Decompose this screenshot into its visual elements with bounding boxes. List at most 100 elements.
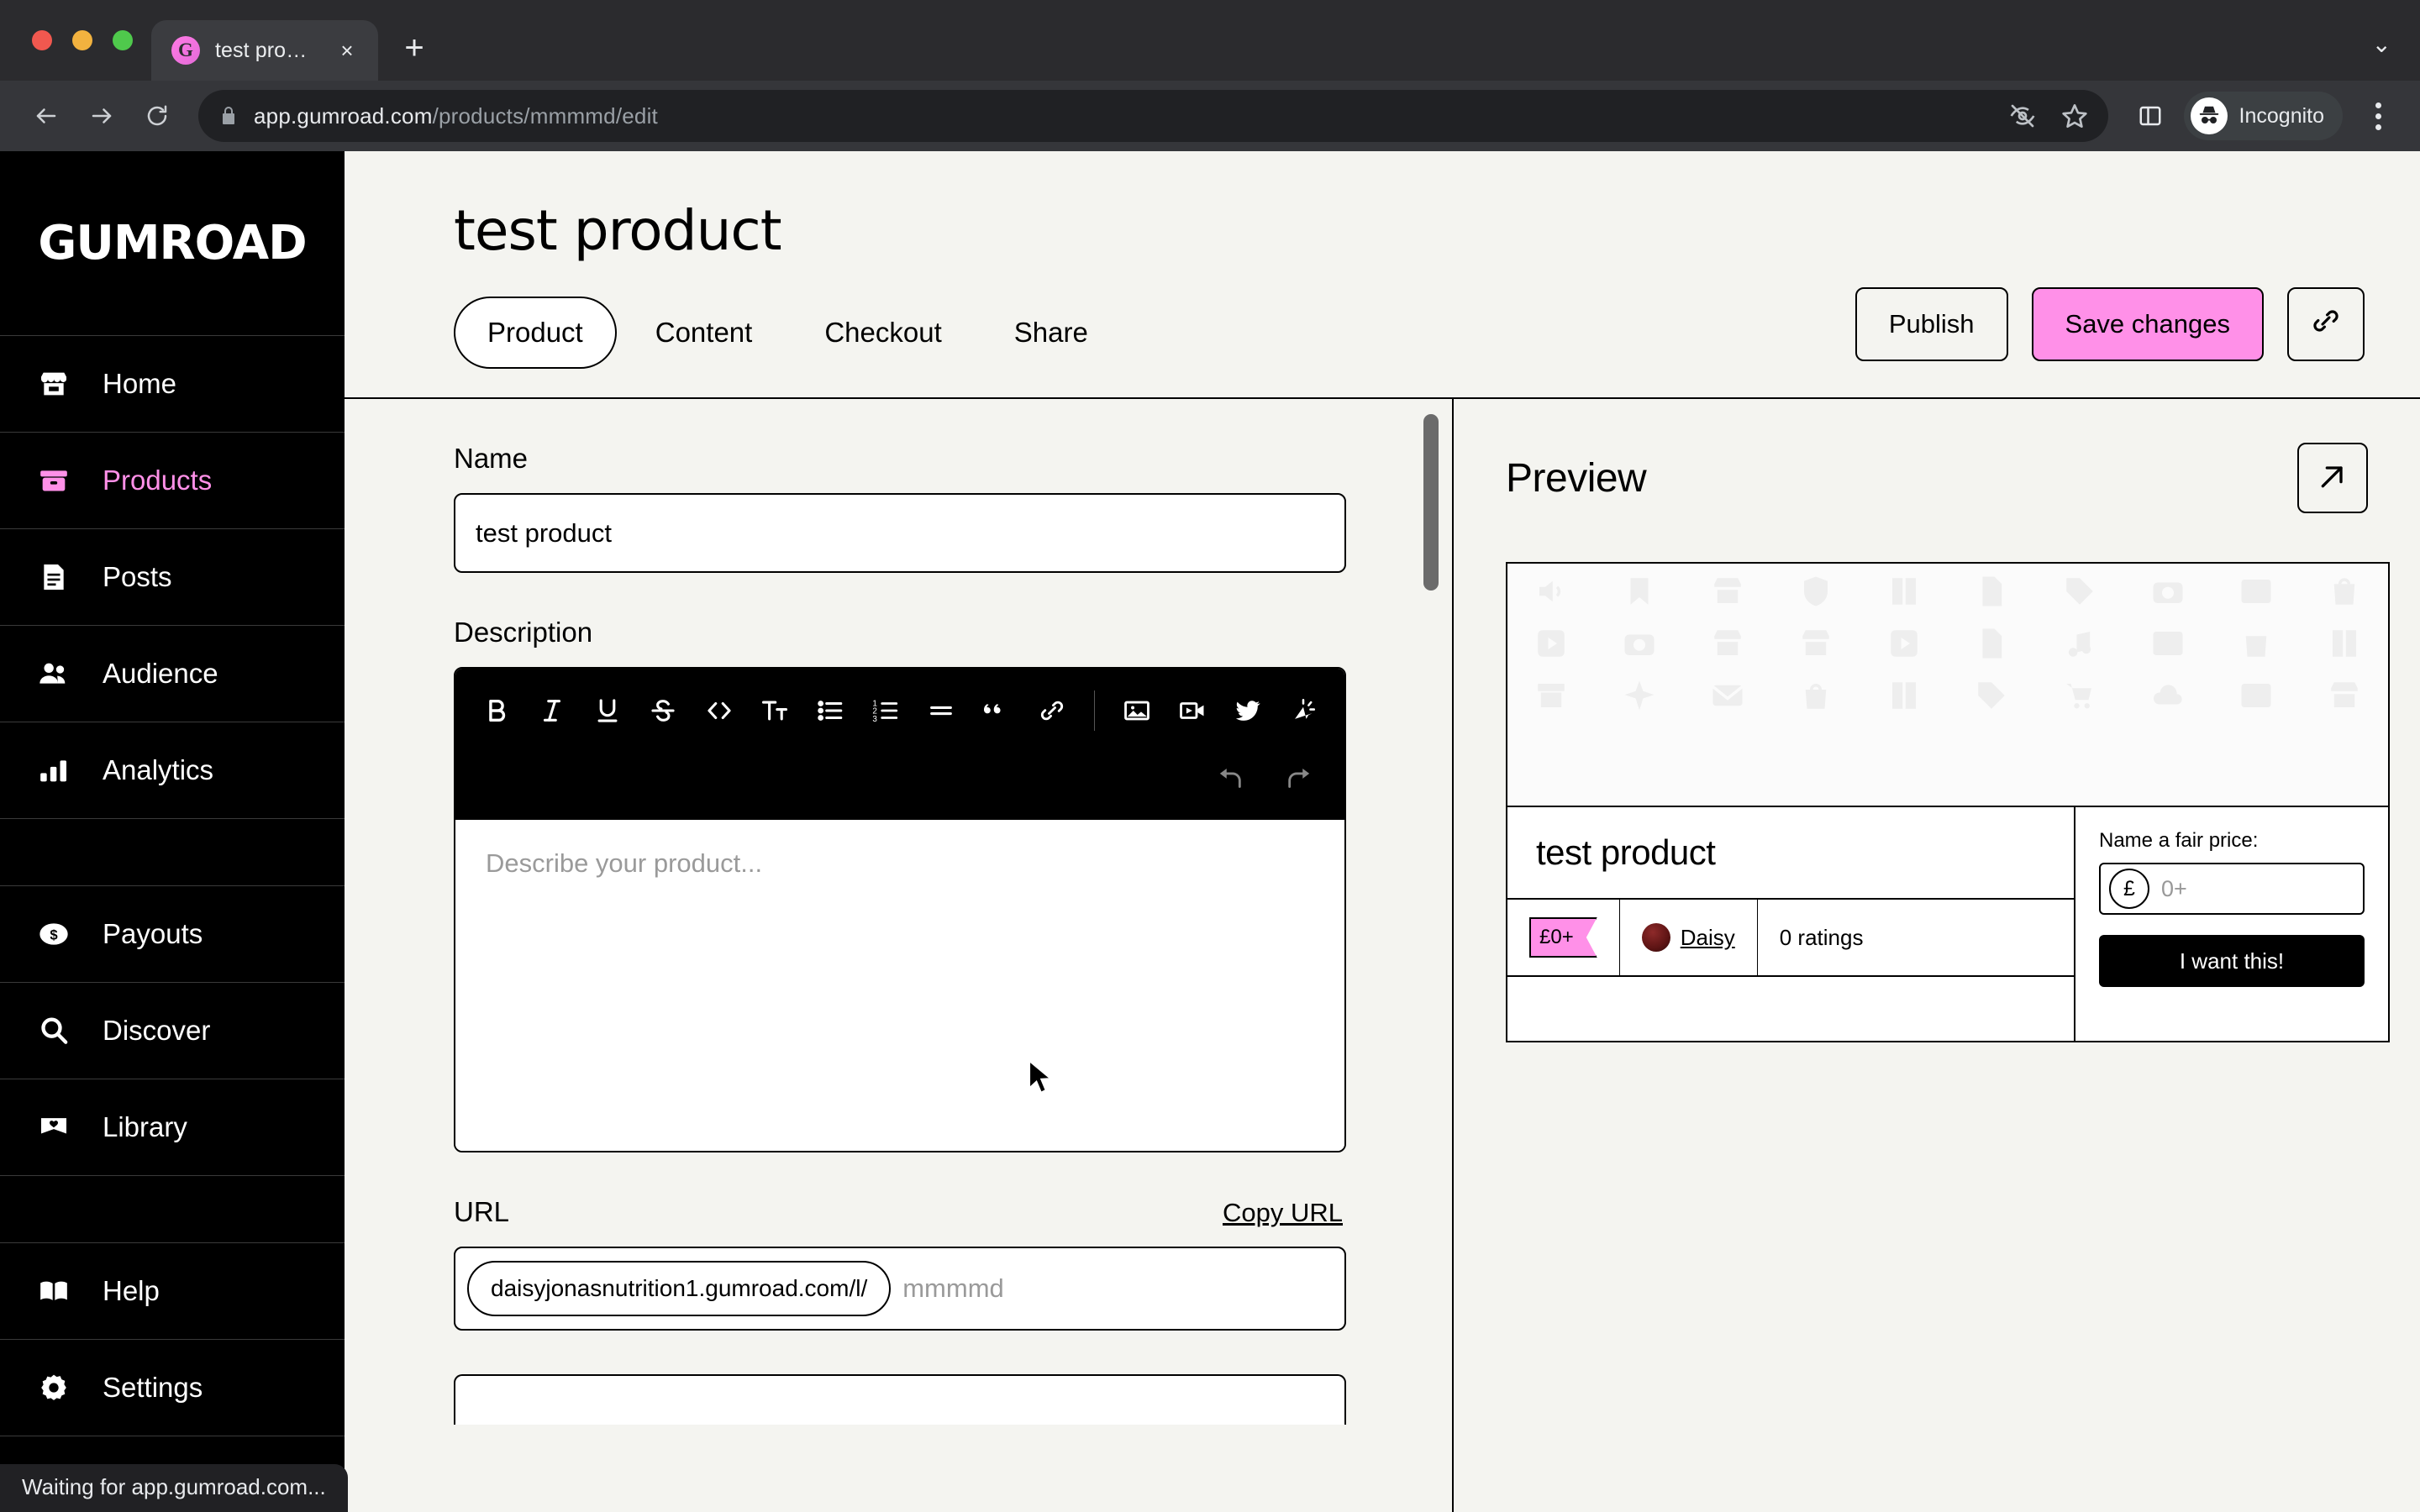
gumroad-logo[interactable]: GUMROAD [0,151,345,336]
sidebar-item-help[interactable]: Help [0,1243,345,1340]
twitter-embed-icon[interactable] [1222,684,1274,738]
url-slug-input[interactable]: mmmmd [902,1273,1004,1304]
sidebar-divider-1 [0,819,345,886]
sidebar-item-products[interactable]: Products [0,433,345,529]
sidebar-item-label: Library [103,1111,187,1142]
image-icon [2238,678,2274,717]
incognito-profile-button[interactable]: Incognito [2183,92,2343,140]
sidebar-item-audience[interactable]: Audience [0,626,345,722]
address-domain: app.gumroad.com [254,102,433,129]
sidebar-item-home[interactable]: Home [0,336,345,433]
heading-icon[interactable] [749,684,801,738]
reload-button[interactable] [131,90,183,142]
blockquote-icon[interactable] [971,684,1023,738]
tab-checkout[interactable]: Checkout [791,297,975,369]
sidebar-item-label: Settings [103,1372,203,1403]
sidebar-item-settings[interactable]: Settings [0,1340,345,1436]
description-textarea[interactable]: Describe your product... [455,820,1344,1151]
product-form-pane: Name test product Description 1 2 3 Desc… [345,399,1454,1512]
bookmark-icon [1622,574,1657,613]
address-bar[interactable]: app.gumroad.com/products/mmmmd/edit [198,90,2108,142]
sidebar-item-label: Help [103,1275,160,1306]
page-title: test product [454,198,782,263]
publish-button[interactable]: Publish [1854,287,2008,361]
no-tracking-icon[interactable] [2009,102,2036,129]
forward-button[interactable] [76,90,128,142]
redo-icon[interactable] [1272,753,1326,806]
insert-image-icon[interactable] [1110,684,1162,738]
form-scrollbar-thumb[interactable] [1423,414,1439,591]
browser-tab-strip: G test product × + ⌄ [0,0,2420,81]
strikethrough-icon[interactable] [637,684,689,738]
bulleted-list-icon[interactable] [804,684,856,738]
tag-icon [2062,574,2097,613]
link-icon[interactable] [1026,684,1078,738]
copy-link-button[interactable] [2287,287,2365,361]
code-icon[interactable] [693,684,745,738]
fair-price-input[interactable]: £ 0+ [2099,863,2365,915]
currency-symbol: £ [2109,869,2149,909]
sidebar-item-library[interactable]: Library [0,1079,345,1176]
name-input[interactable]: test product [454,493,1346,573]
book-icon [2327,626,2362,665]
ratings-count: 0 ratings [1779,924,1864,950]
close-tab-button[interactable]: × [333,36,361,65]
play-icon [1534,626,1569,665]
editor-toolbar: 123 [455,669,1344,820]
sidebar-item-discover[interactable]: Discover [0,983,345,1079]
seller-name-link[interactable]: Daisy [1681,925,1735,951]
bold-icon[interactable] [471,684,523,738]
i-want-this-button[interactable]: I want this! [2099,935,2365,987]
image-icon [2150,626,2186,665]
storefront-icon [35,365,72,402]
close-window-button[interactable] [32,30,52,50]
url-input[interactable]: daisyjonasnutrition1.gumroad.com/l/ mmmm… [454,1247,1346,1331]
bag-icon [1798,678,1833,717]
address-bar-url: app.gumroad.com/products/mmmmd/edit [254,103,658,129]
bookmark-star-icon[interactable] [2061,102,2088,129]
maximize-window-button[interactable] [113,30,133,50]
book-icon [1886,678,1922,717]
url-prefix: daisyjonasnutrition1.gumroad.com/l/ [467,1261,892,1316]
copy-url-link[interactable]: Copy URL [1223,1198,1343,1228]
side-panel-icon[interactable] [2127,92,2174,139]
magic-embed-icon[interactable] [1277,684,1329,738]
tab-content[interactable]: Content [622,297,786,369]
sidebar-item-payouts[interactable]: $ Payouts [0,886,345,983]
italic-icon[interactable] [526,684,578,738]
new-tab-button[interactable]: + [390,25,439,74]
numbered-list-icon[interactable]: 123 [860,684,912,738]
save-changes-button[interactable]: Save changes [2031,287,2264,361]
cart-icon [2062,678,2097,717]
sidebar-item-analytics[interactable]: Analytics [0,722,345,819]
browser-tab[interactable]: G test product × [151,20,378,81]
product-card-purchase: Name a fair price: £ 0+ I want this! [2075,807,2388,1041]
next-field-partial[interactable] [454,1374,1346,1425]
undo-icon[interactable] [1203,753,1257,806]
minimize-window-button[interactable] [72,30,92,50]
preview-header: Preview [1506,443,2368,513]
preview-title: Preview [1506,455,1647,501]
tab-product[interactable]: Product [454,297,617,369]
tab-share[interactable]: Share [981,297,1122,369]
sidebar-item-label: Products [103,465,213,496]
three-dot-menu-icon[interactable] [2356,92,2400,139]
insert-video-icon[interactable] [1166,684,1218,738]
open-preview-button[interactable] [2297,443,2368,513]
ratings-cell: 0 ratings [1758,900,2074,975]
url-label: URL [454,1196,510,1227]
back-button[interactable] [20,90,72,142]
bag-icon [2327,574,2362,613]
description-label: Description [454,617,593,648]
thumbnail-icon-pattern [1507,564,2388,806]
horizontal-rule-icon[interactable] [915,684,967,738]
sidebar-item-posts[interactable]: Posts [0,529,345,626]
product-thumbnail-placeholder [1507,564,2388,807]
chevron-down-icon[interactable]: ⌄ [2372,30,2391,58]
incognito-hat-glasses-icon [2190,97,2228,134]
shield-icon [1798,574,1833,613]
description-field-block: Description 1 2 3 Describe your product.… [454,617,1346,1152]
underline-icon[interactable] [581,684,634,738]
description-editor: 123 Describe your product... [454,667,1346,1152]
storefront-icon [1710,574,1745,613]
